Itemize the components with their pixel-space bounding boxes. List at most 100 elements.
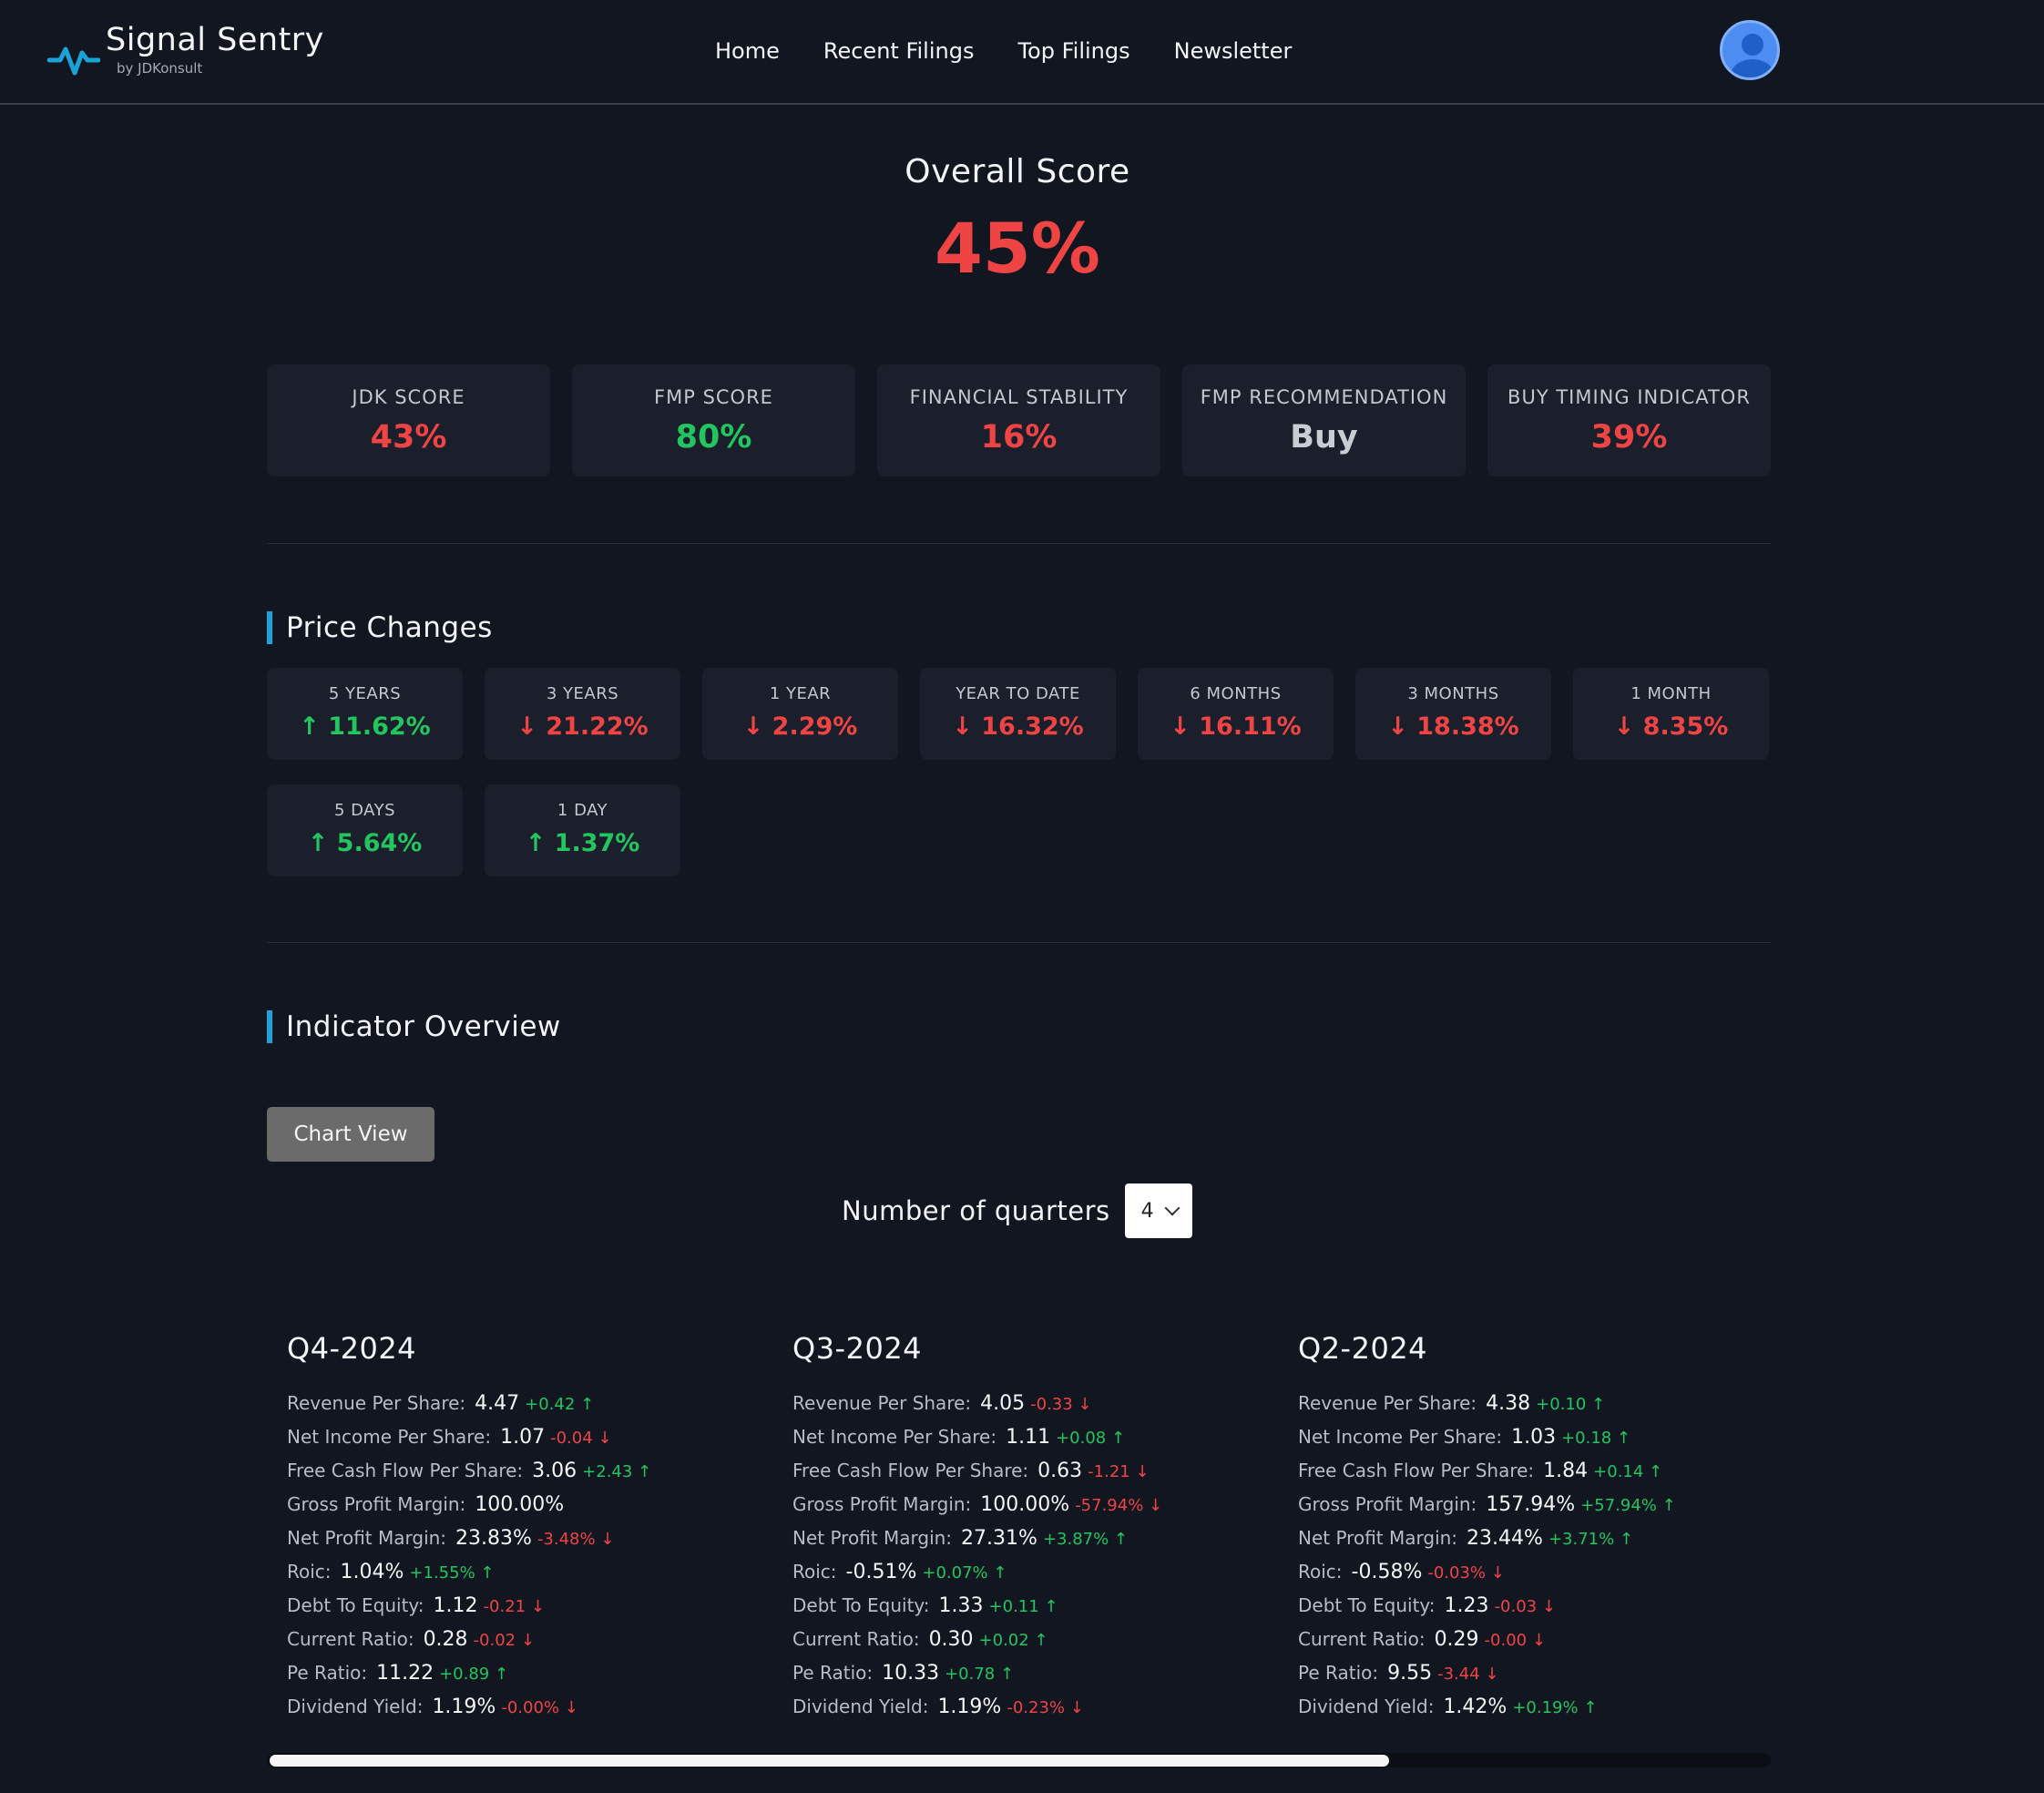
metric-value: 1.23 bbox=[1444, 1594, 1489, 1617]
price-label: 1 YEAR bbox=[769, 684, 832, 703]
price-label: YEAR TO DATE bbox=[956, 684, 1080, 703]
indicator-overview-title: Indicator Overview bbox=[267, 1010, 561, 1043]
price-label: 5 DAYS bbox=[333, 801, 396, 820]
score-label: FMP RECOMMENDATION bbox=[1200, 386, 1448, 408]
metric-value: -0.51% bbox=[845, 1561, 917, 1583]
metric-label: Net Income Per Share: bbox=[287, 1426, 492, 1448]
metric-row: Net Income Per Share: 1.11 +0.08 ↑ bbox=[792, 1420, 1162, 1454]
overall-score-label: Overall Score bbox=[904, 153, 1130, 190]
price-card-1-month: 1 MONTH ↓ 8.35% bbox=[1573, 668, 1769, 760]
metric-delta: +0.14 ↑ bbox=[1593, 1462, 1663, 1481]
price-value: ↑ 1.37% bbox=[525, 829, 640, 857]
price-card-5-years: 5 YEARS ↑ 11.62% bbox=[267, 668, 463, 760]
metric-label: Debt To Equity: bbox=[792, 1594, 930, 1616]
metric-row: Free Cash Flow Per Share: 1.84 +0.14 ↑ bbox=[1298, 1454, 1676, 1488]
metric-value: 9.55 bbox=[1387, 1662, 1433, 1685]
metric-value: 23.44% bbox=[1467, 1527, 1543, 1550]
nav-home[interactable]: Home bbox=[715, 35, 780, 67]
price-changes-grid: 5 YEARS ↑ 11.62% 3 YEARS ↓ 21.22% 1 YEAR… bbox=[267, 668, 1779, 901]
metric-label: Roic: bbox=[287, 1561, 332, 1583]
metric-delta: -3.48% ↓ bbox=[537, 1530, 615, 1549]
metric-label: Current Ratio: bbox=[792, 1628, 920, 1650]
metric-label: Debt To Equity: bbox=[287, 1594, 424, 1616]
metric-row: Net Income Per Share: 1.07 -0.04 ↓ bbox=[287, 1420, 651, 1454]
logo[interactable]: Signal Sentry by JDKonsult bbox=[47, 20, 324, 77]
price-value: ↓ 16.11% bbox=[1170, 712, 1302, 741]
metric-label: Pe Ratio: bbox=[287, 1662, 368, 1684]
metric-label: Revenue Per Share: bbox=[1298, 1392, 1477, 1414]
user-avatar-icon[interactable] bbox=[1720, 20, 1780, 80]
metric-label: Net Profit Margin: bbox=[792, 1527, 953, 1549]
metric-delta: +0.10 ↑ bbox=[1536, 1395, 1606, 1414]
score-card-financial-stability: FINANCIAL STABILITY 16% bbox=[877, 364, 1160, 476]
metric-value: 0.28 bbox=[423, 1628, 468, 1651]
score-cards: JDK SCORE 43% FMP SCORE 80% FINANCIAL ST… bbox=[267, 364, 1771, 476]
metric-row: Revenue Per Share: 4.38 +0.10 ↑ bbox=[1298, 1387, 1676, 1420]
score-card-fmp-recommendation: FMP RECOMMENDATION Buy bbox=[1182, 364, 1466, 476]
quarter-column-q2-2024: Q2-2024 Revenue Per Share: 4.38 +0.10 ↑ Ne… bbox=[1298, 1328, 1676, 1724]
quarter-title: Q2-2024 bbox=[1298, 1331, 1428, 1366]
metric-row: Debt To Equity: 1.33 +0.11 ↑ bbox=[792, 1589, 1162, 1623]
quarter-title: Q3-2024 bbox=[792, 1331, 923, 1366]
metric-row: Revenue Per Share: 4.47 +0.42 ↑ bbox=[287, 1387, 651, 1420]
metric-value: 1.04% bbox=[340, 1561, 404, 1583]
metric-label: Dividend Yield: bbox=[1298, 1696, 1435, 1717]
metric-value: 1.12 bbox=[433, 1594, 478, 1617]
metric-row: Net Income Per Share: 1.03 +0.18 ↑ bbox=[1298, 1420, 1676, 1454]
avatar-body bbox=[1731, 59, 1774, 77]
price-card-5-days: 5 DAYS ↑ 5.64% bbox=[267, 784, 463, 876]
avatar-head bbox=[1742, 34, 1763, 56]
nav-recent-filings[interactable]: Recent Filings bbox=[823, 35, 975, 67]
metric-row: Current Ratio: 0.29 -0.00 ↓ bbox=[1298, 1623, 1676, 1656]
metric-row: Debt To Equity: 1.23 -0.03 ↓ bbox=[1298, 1589, 1676, 1623]
metric-delta: -0.03% ↓ bbox=[1427, 1563, 1505, 1583]
price-value: ↓ 18.38% bbox=[1387, 712, 1519, 741]
metric-value: 4.47 bbox=[475, 1392, 520, 1415]
quarter-column-q3-2024: Q3-2024 Revenue Per Share: 4.05 -0.33 ↓ Ne… bbox=[792, 1328, 1162, 1724]
metric-value: 1.33 bbox=[938, 1594, 984, 1617]
metric-delta: +0.19% ↑ bbox=[1512, 1698, 1598, 1717]
metric-value: 1.03 bbox=[1511, 1426, 1557, 1449]
scrollbar-thumb[interactable] bbox=[270, 1755, 1389, 1767]
metric-label: Pe Ratio: bbox=[1298, 1662, 1379, 1684]
section-divider bbox=[267, 543, 1771, 544]
top-navbar: Signal Sentry by JDKonsult Home Recent F… bbox=[0, 0, 2044, 105]
quarters-select[interactable]: 4 bbox=[1124, 1183, 1192, 1238]
price-value: ↓ 21.22% bbox=[516, 712, 649, 741]
metric-value: -0.58% bbox=[1351, 1561, 1423, 1583]
brand-byline: by JDKonsult bbox=[117, 60, 203, 77]
price-label: 3 YEARS bbox=[546, 684, 619, 703]
metric-delta: +2.43 ↑ bbox=[582, 1462, 652, 1481]
section-divider bbox=[267, 942, 1771, 943]
metric-value: 1.19% bbox=[432, 1696, 496, 1718]
metric-label: Free Cash Flow Per Share: bbox=[1298, 1460, 1535, 1481]
metric-delta: -0.04 ↓ bbox=[550, 1429, 612, 1448]
nav-top-filings[interactable]: Top Filings bbox=[1017, 35, 1129, 67]
price-value: ↑ 5.64% bbox=[307, 829, 423, 857]
metric-delta: -3.44 ↓ bbox=[1437, 1665, 1499, 1684]
metric-label: Free Cash Flow Per Share: bbox=[287, 1460, 524, 1481]
price-value: ↓ 2.29% bbox=[742, 712, 858, 741]
price-value: ↑ 11.62% bbox=[299, 712, 431, 741]
metric-delta: +1.55% ↑ bbox=[409, 1563, 495, 1583]
metric-delta: +0.18 ↑ bbox=[1561, 1429, 1631, 1448]
metric-value: 0.63 bbox=[1037, 1460, 1083, 1482]
score-label: FMP SCORE bbox=[654, 386, 773, 408]
score-value: Buy bbox=[1290, 419, 1358, 456]
price-label: 1 MONTH bbox=[1630, 684, 1712, 703]
metric-row: Gross Profit Margin: 157.94% +57.94% ↑ bbox=[1298, 1488, 1676, 1521]
chart-view-button[interactable]: Chart View bbox=[267, 1107, 434, 1162]
metric-label: Gross Profit Margin: bbox=[287, 1493, 466, 1515]
nav-newsletter[interactable]: Newsletter bbox=[1174, 35, 1293, 67]
metric-row: Revenue Per Share: 4.05 -0.33 ↓ bbox=[792, 1387, 1162, 1420]
metric-delta: +0.02 ↑ bbox=[978, 1631, 1048, 1650]
score-card-buy-timing: BUY TIMING INDICATOR 39% bbox=[1487, 364, 1771, 476]
horizontal-scrollbar[interactable] bbox=[267, 1753, 1771, 1767]
price-label: 6 MONTHS bbox=[1190, 684, 1282, 703]
score-value: 43% bbox=[370, 419, 447, 456]
price-changes-title: Price Changes bbox=[267, 611, 493, 644]
quarters-label: Number of quarters bbox=[842, 1195, 1110, 1226]
metric-row: Net Profit Margin: 23.44% +3.71% ↑ bbox=[1298, 1521, 1676, 1555]
metric-value: 10.33 bbox=[882, 1662, 940, 1685]
price-label: 1 DAY bbox=[557, 801, 608, 820]
